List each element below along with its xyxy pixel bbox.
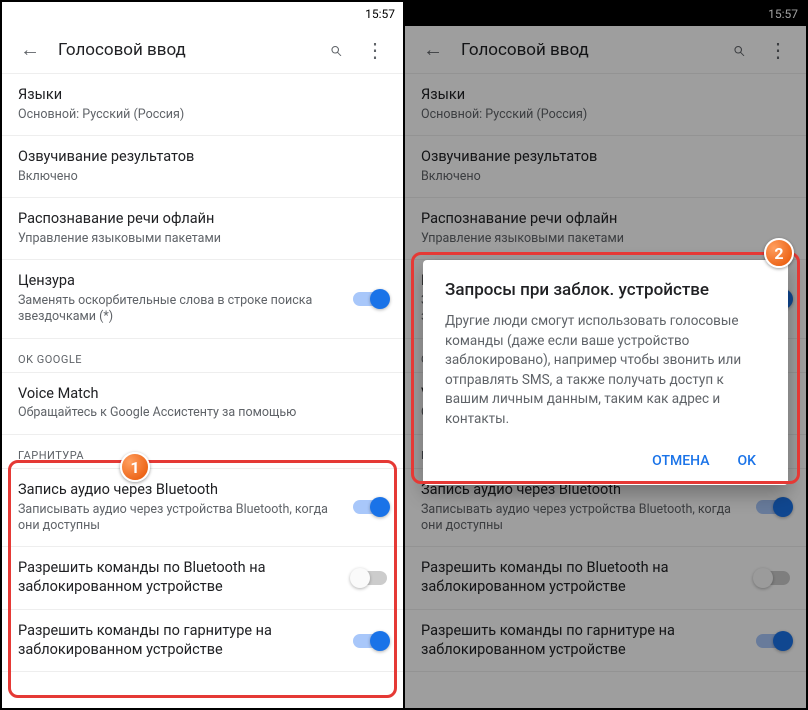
screen-right: 15:57 Голосовой ввод Языки Основной: Рус… <box>405 2 806 708</box>
more-icon[interactable] <box>355 30 395 70</box>
annotation-badge-1: 1 <box>120 452 150 482</box>
dialog-body: Другие люди смогут использовать голосовы… <box>445 312 766 429</box>
row-title: Распознавание речи офлайн <box>18 210 379 229</box>
row-offline[interactable]: Распознавание речи офлайн Управление язы… <box>2 198 403 260</box>
section-headset: ГАРНИТУРА <box>2 435 403 469</box>
row-censor[interactable]: Цензура Заменять оскорбительные слова в … <box>2 260 403 338</box>
dialog-title: Запросы при заблок. устройстве <box>445 280 766 300</box>
row-subtitle: Управление языковыми пакетами <box>18 231 379 247</box>
row-title: Озвучивание результатов <box>18 148 379 167</box>
row-subtitle: Основной: Русский (Россия) <box>18 107 379 123</box>
switch-censor[interactable] <box>353 292 387 306</box>
status-bar: 15:57 <box>2 2 403 26</box>
row-title: Цензура <box>18 272 345 291</box>
row-speak-results[interactable]: Озвучивание результатов Включено <box>2 136 403 198</box>
row-subtitle: Обращайтесь к Google Ассистенту за помощ… <box>18 405 379 421</box>
row-title: Voice Match <box>18 385 379 404</box>
page-title: Голосовой ввод <box>50 40 315 60</box>
ok-button[interactable]: OK <box>728 445 767 477</box>
status-time: 15:57 <box>365 7 395 21</box>
row-title: Разрешить команды по гарнитуре на заблок… <box>18 622 345 660</box>
row-bt-record[interactable]: Запись аудио через Bluetooth Записывать … <box>2 469 403 547</box>
settings-list: Языки Основной: Русский (Россия) Озвучив… <box>2 74 403 708</box>
section-okgoogle: OK GOOGLE <box>2 339 403 373</box>
row-languages[interactable]: Языки Основной: Русский (Россия) <box>2 74 403 136</box>
switch-bt-locked[interactable] <box>353 571 387 585</box>
confirm-dialog: Запросы при заблок. устройстве Другие лю… <box>423 260 788 485</box>
row-subtitle: Включено <box>18 169 379 185</box>
row-bt-locked[interactable]: Разрешить команды по Bluetooth на заблок… <box>2 547 403 610</box>
row-title: Разрешить команды по Bluetooth на заблок… <box>18 559 345 597</box>
cancel-button[interactable]: ОТМЕНА <box>642 445 719 477</box>
row-voice-match[interactable]: Voice Match Обращайтесь к Google Ассисте… <box>2 373 403 435</box>
back-icon[interactable] <box>10 30 50 70</box>
row-title: Языки <box>18 86 379 105</box>
row-title: Запись аудио через Bluetooth <box>18 481 345 500</box>
row-subtitle: Заменять оскорбительные слова в строке п… <box>18 293 345 326</box>
switch-headset-locked[interactable] <box>353 634 387 648</box>
search-icon[interactable] <box>315 30 355 70</box>
screen-left: 15:57 Голосовой ввод Языки Основной: Рус… <box>2 2 403 708</box>
row-subtitle: Записывать аудио через устройства Blueto… <box>18 502 345 535</box>
row-headset-locked[interactable]: Разрешить команды по гарнитуре на заблок… <box>2 610 403 673</box>
app-bar: Голосовой ввод <box>2 26 403 74</box>
switch-bt-record[interactable] <box>353 500 387 514</box>
annotation-badge-2: 2 <box>764 238 794 268</box>
